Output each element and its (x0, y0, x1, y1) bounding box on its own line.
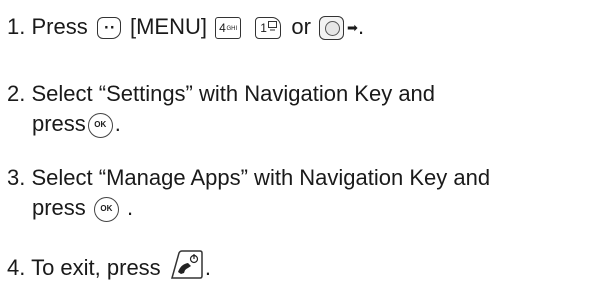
end-punct: . (114, 111, 121, 136)
step-number: 3. (7, 165, 26, 190)
instruction-step-1: 1. Press ·· [MENU] 4 GHI 1 or ➡. (7, 12, 364, 42)
right-arrow-icon: ➡ (347, 20, 358, 36)
step-text: Press (31, 14, 88, 39)
end-punct: . (357, 14, 365, 39)
instruction-step-3: 3. Select “Manage Apps” with Navigation … (7, 163, 490, 223)
instruction-step-4: 4. To exit, press . (7, 250, 211, 283)
step-number: 1. (7, 14, 26, 39)
end-punct: . (204, 255, 211, 280)
step-text-line1: Select “Manage Apps” with Navigation Key… (31, 165, 491, 190)
end-power-key-icon (169, 250, 203, 280)
step-text-line2: press (32, 195, 86, 220)
step-text-line1: Select “Settings” with Navigation Key an… (31, 81, 436, 106)
ok-key-icon: OK (87, 112, 113, 138)
end-punct: . (127, 195, 134, 220)
step-number: 2. (7, 81, 26, 106)
number-4-key-icon: 4 GHI (215, 17, 242, 40)
number-1-voicemail-key-icon: 1 (255, 17, 282, 40)
menu-key-icon: ·· (96, 17, 121, 40)
navigation-key-icon (319, 16, 345, 41)
or-word: or (291, 14, 311, 39)
instruction-step-2: 2. Select “Settings” with Navigation Key… (7, 79, 435, 139)
step-text-line2: press (32, 111, 86, 136)
step-number: 4. (7, 255, 26, 280)
ok-key-icon: OK (93, 196, 119, 222)
menu-label: [MENU] (129, 14, 207, 39)
step-text: To exit, press (31, 255, 161, 280)
